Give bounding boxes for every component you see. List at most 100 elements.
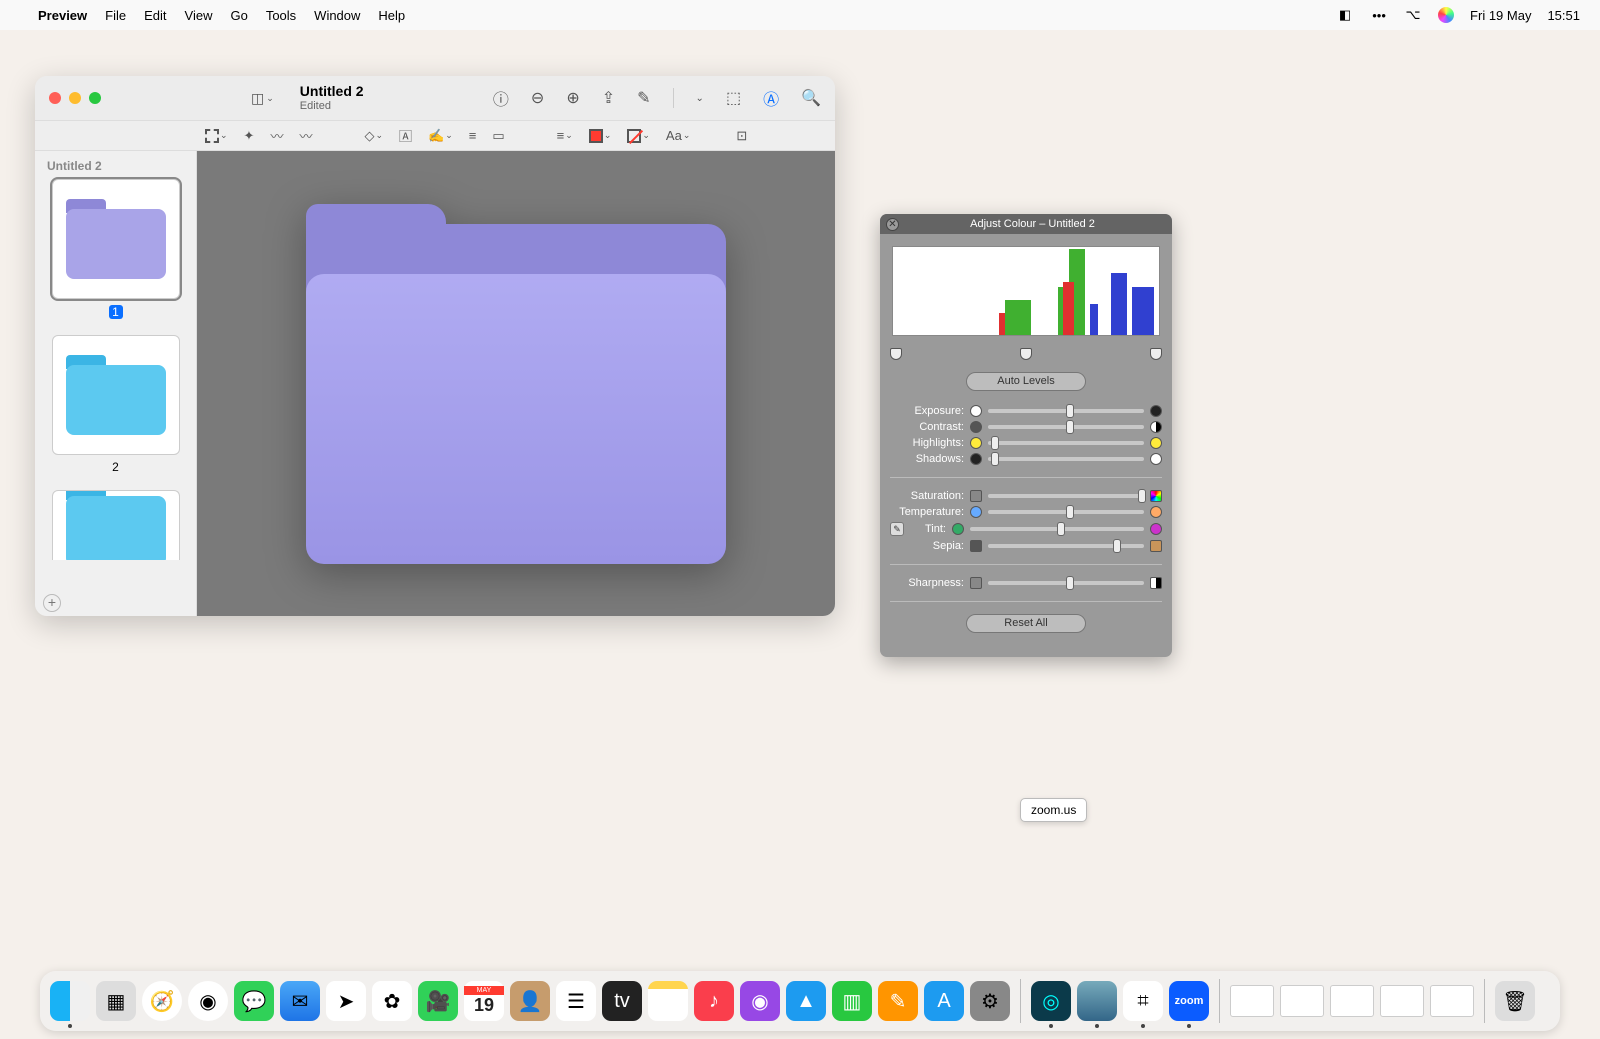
zoom-out-icon[interactable]: ⊖ <box>531 88 544 108</box>
dock-pages[interactable]: ✎ <box>878 981 918 1021</box>
share-icon[interactable]: ⇪ <box>602 88 615 108</box>
reset-all-button[interactable]: Reset All <box>966 614 1086 633</box>
dock-notes[interactable] <box>648 981 688 1021</box>
dock-app-a[interactable]: ◎ <box>1031 981 1071 1021</box>
dock-music[interactable]: ♪ <box>694 981 734 1021</box>
exposure-slider[interactable] <box>988 409 1144 413</box>
thumbnail-2-wrap[interactable]: 2 <box>43 335 188 474</box>
tint-eyedropper-button[interactable]: ✎ <box>890 522 904 536</box>
highlights-slider[interactable] <box>988 441 1144 445</box>
adjust-colour-icon[interactable]: ≡ <box>469 128 477 143</box>
minimise-button[interactable] <box>69 92 81 104</box>
markup-pencil-icon[interactable]: ✎ <box>637 88 650 108</box>
dock-calendar[interactable]: MAY 19 <box>464 981 504 1021</box>
app-menu[interactable]: Preview <box>38 8 87 23</box>
control-centre-icon[interactable]: ⌥ <box>1404 6 1422 24</box>
titlebar[interactable]: ◫⌄ Untitled 2 Edited ⓘ ⊖ ⊕ ⇪ ✎ ⌄ ⬚ Ⓐ 🔍 <box>35 76 835 121</box>
image-canvas[interactable] <box>197 151 835 616</box>
auto-levels-button[interactable]: Auto Levels <box>966 372 1086 391</box>
dock-numbers[interactable]: ▥ <box>832 981 872 1021</box>
dock-photos[interactable]: ✿ <box>372 981 412 1021</box>
text-tool[interactable]: 🄰 <box>399 126 412 145</box>
menu-help[interactable]: Help <box>378 8 405 23</box>
dock-system-settings[interactable]: ⚙ <box>970 981 1010 1021</box>
dock-maps[interactable]: ➤ <box>326 981 366 1021</box>
mid-point-handle[interactable] <box>1020 348 1032 360</box>
line-style-tool[interactable]: ≡⌄ <box>557 128 573 143</box>
close-icon[interactable]: ✕ <box>886 218 899 231</box>
adjust-size-icon[interactable]: ▭ <box>492 128 504 144</box>
dock-chrome[interactable]: ◉ <box>188 981 228 1021</box>
markup-toggle-icon[interactable]: Ⓐ <box>763 86 779 110</box>
dock-recent-2[interactable] <box>1280 985 1324 1017</box>
dock-recent-5[interactable] <box>1430 985 1474 1017</box>
border-colour-tool[interactable]: ⌄ <box>589 129 612 143</box>
dock-facetime[interactable]: 🎥 <box>418 981 458 1021</box>
rotate-icon[interactable]: ⬚ <box>726 88 741 108</box>
sharpness-slider[interactable] <box>988 581 1144 585</box>
white-point-handle[interactable] <box>1150 348 1162 360</box>
dock-safari[interactable]: 🧭 <box>142 981 182 1021</box>
draw-icon[interactable]: 〰 <box>299 126 312 145</box>
menu-file[interactable]: File <box>105 8 126 23</box>
menu-edit[interactable]: Edit <box>144 8 166 23</box>
dock-app-b[interactable] <box>1077 981 1117 1021</box>
sign-tool[interactable]: ✍⌄ <box>428 128 453 144</box>
black-point-handle[interactable] <box>890 348 902 360</box>
dock-tv[interactable]: tv <box>602 981 642 1021</box>
shadows-slider[interactable] <box>988 457 1144 461</box>
menubar-extra-icon[interactable]: ◧ <box>1336 6 1354 24</box>
dock-podcasts[interactable]: ◉ <box>740 981 780 1021</box>
document-title[interactable]: Untitled 2 Edited <box>300 84 364 111</box>
menu-tools[interactable]: Tools <box>266 8 296 23</box>
dock-recent-4[interactable] <box>1380 985 1424 1017</box>
sketch-icon[interactable]: 〰 <box>270 126 283 145</box>
tint-low-icon <box>952 523 964 535</box>
saturation-slider[interactable] <box>988 494 1144 498</box>
instant-alpha-icon[interactable]: ✦ <box>244 128 255 144</box>
add-page-button[interactable]: + <box>43 594 61 612</box>
dock-messages[interactable]: 💬 <box>234 981 274 1021</box>
sepia-slider[interactable] <box>988 544 1144 548</box>
search-icon[interactable]: 🔍 <box>801 88 821 108</box>
dock-finder[interactable] <box>50 981 90 1021</box>
toolbar-chevron-icon[interactable]: ⌄ <box>696 93 704 104</box>
menubar-time[interactable]: 15:51 <box>1547 8 1580 23</box>
menubar-more-icon[interactable]: ••• <box>1370 6 1388 24</box>
thumbnail-3[interactable] <box>52 490 180 560</box>
adjust-titlebar[interactable]: ✕ Adjust Colour – Untitled 2 <box>880 214 1172 234</box>
thumbnail-1-wrap[interactable]: 1 <box>43 179 188 319</box>
thumbnail-2[interactable] <box>52 335 180 455</box>
tint-slider[interactable] <box>970 527 1144 531</box>
dock-recent-3[interactable] <box>1330 985 1374 1017</box>
shapes-tool[interactable]: ◇⌄ <box>364 128 383 144</box>
dock-contacts[interactable]: 👤 <box>510 981 550 1021</box>
temperature-slider[interactable] <box>988 510 1144 514</box>
selection-tool[interactable]: ⌄ <box>205 129 228 143</box>
sidebar-toggle[interactable]: ◫⌄ <box>251 90 274 107</box>
menu-view[interactable]: View <box>185 8 213 23</box>
dock-app-store[interactable]: A <box>924 981 964 1021</box>
fullscreen-button[interactable] <box>89 92 101 104</box>
dock-slack[interactable]: ⌗ <box>1123 981 1163 1021</box>
close-button[interactable] <box>49 92 61 104</box>
menu-window[interactable]: Window <box>314 8 360 23</box>
dock-launchpad[interactable]: ▦ <box>96 981 136 1021</box>
dock-recent-1[interactable] <box>1230 985 1274 1017</box>
dock-reminders[interactable]: ☰ <box>556 981 596 1021</box>
thumbnail-1[interactable] <box>52 179 180 299</box>
fill-colour-tool[interactable]: ⌄ <box>627 129 650 143</box>
annotate-icon[interactable]: ⊡ <box>736 128 747 144</box>
dock-mail[interactable]: ✉ <box>280 981 320 1021</box>
contrast-slider[interactable] <box>988 425 1144 429</box>
text-style-tool[interactable]: Aa⌄ <box>666 128 690 143</box>
thumbnail-3-wrap[interactable] <box>43 490 188 560</box>
menubar-date[interactable]: Fri 19 May <box>1470 8 1531 23</box>
siri-icon[interactable] <box>1438 7 1454 23</box>
info-icon[interactable]: ⓘ <box>493 86 509 110</box>
menu-go[interactable]: Go <box>230 8 247 23</box>
dock-trash[interactable]: 🗑 <box>1495 981 1535 1021</box>
zoom-in-icon[interactable]: ⊕ <box>566 88 579 108</box>
dock-appstore-alt[interactable]: ▲ <box>786 981 826 1021</box>
dock-zoom[interactable]: zoom <box>1169 981 1209 1021</box>
